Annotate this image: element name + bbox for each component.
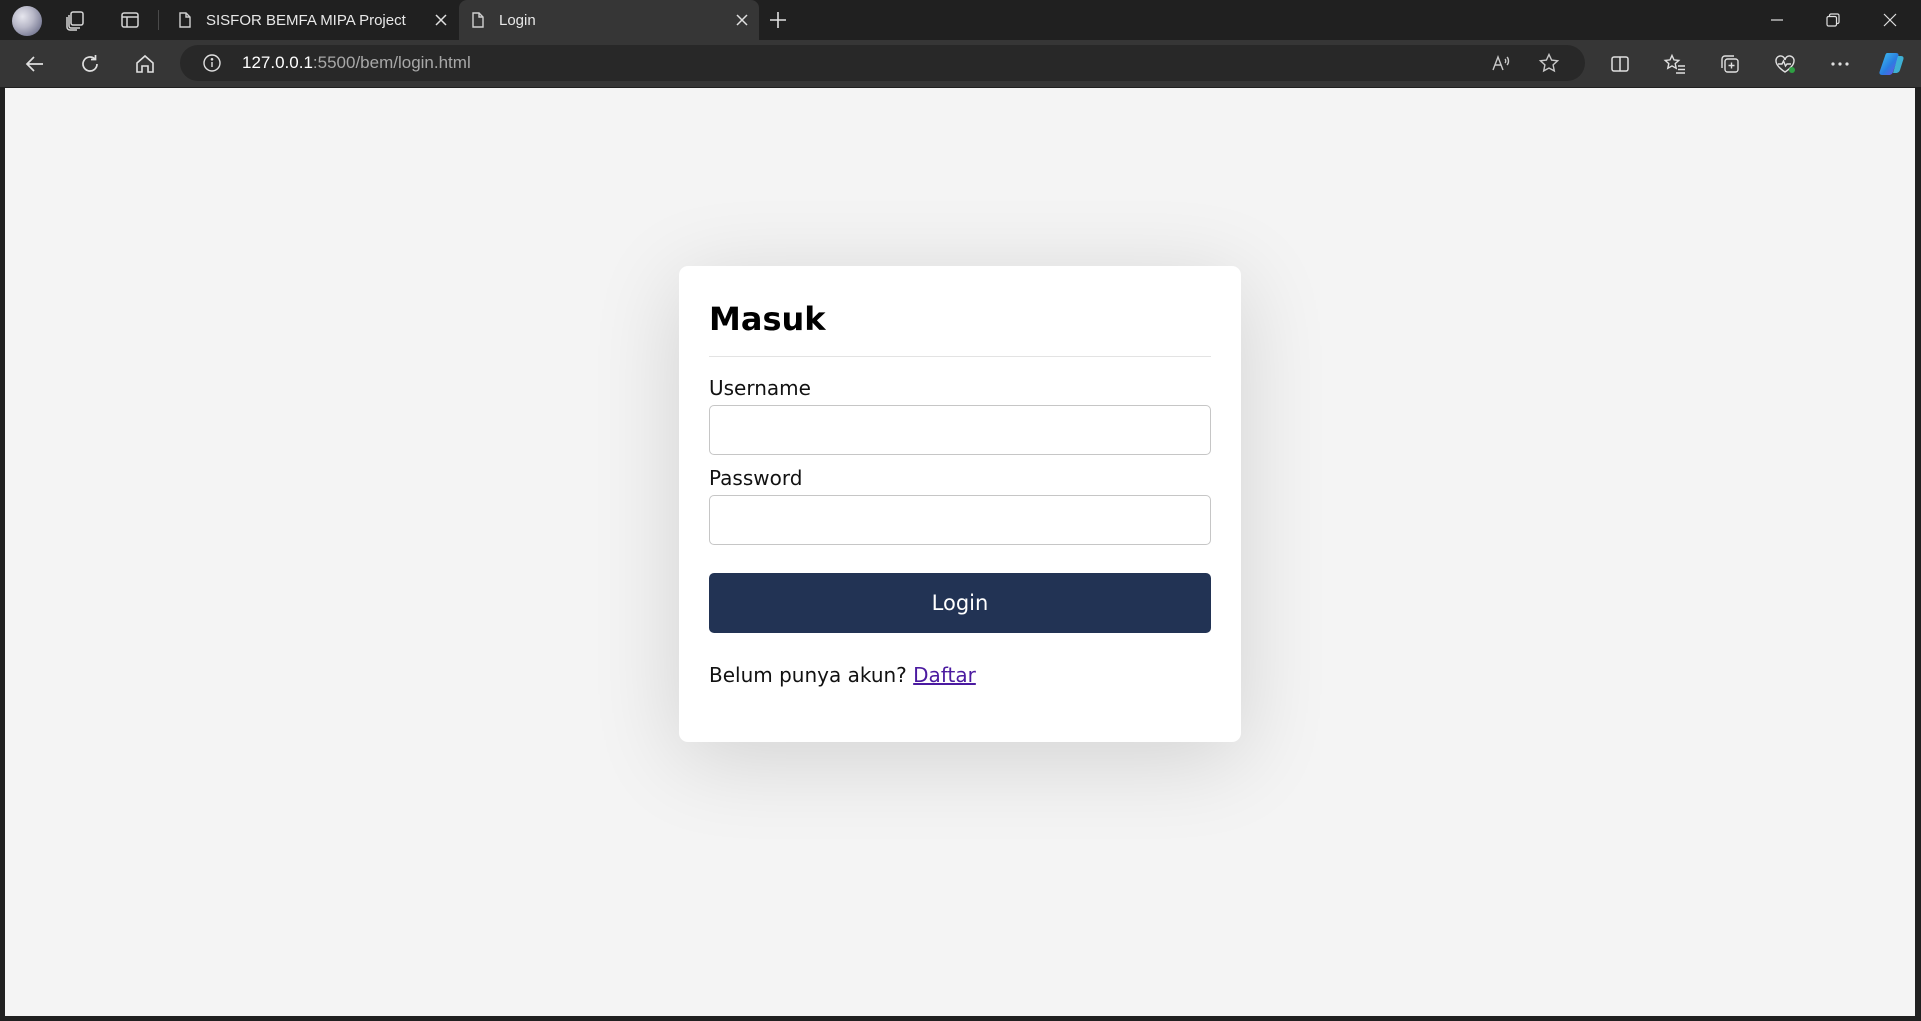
browser-toolbar: 127.0.0.1:5500/bem/login.html (0, 40, 1921, 87)
refresh-button[interactable] (75, 49, 105, 79)
browser-tab-bar: SISFOR BEMFA MIPA Project Login (0, 0, 1921, 40)
close-icon (1883, 13, 1897, 27)
more-dots-icon (1831, 62, 1849, 66)
refresh-icon (82, 55, 98, 72)
password-input[interactable] (709, 495, 1211, 545)
collections-button[interactable] (1715, 49, 1745, 79)
password-label: Password (709, 466, 803, 490)
document-icon (469, 11, 487, 29)
minimize-button[interactable] (1749, 0, 1805, 40)
tab-title: Login (499, 12, 536, 29)
info-icon[interactable] (202, 53, 222, 73)
url-text[interactable]: 127.0.0.1:5500/bem/login.html (242, 53, 471, 73)
profile-avatar-icon[interactable] (12, 6, 42, 36)
page-viewport: Masuk Username Password Login Belum puny… (5, 88, 1915, 1016)
restore-icon (1826, 13, 1840, 27)
copilot-icon (1879, 53, 1904, 75)
close-icon[interactable] (432, 11, 450, 29)
heartbeat-icon (1775, 55, 1795, 73)
plus-icon (770, 12, 786, 28)
tab-actions-icon[interactable] (116, 6, 144, 34)
collections-icon (1721, 55, 1739, 73)
star-icon[interactable] (1538, 52, 1560, 74)
title-divider (709, 356, 1211, 357)
signup-prompt-text: Belum punya akun? (709, 663, 907, 687)
split-screen-button[interactable] (1605, 49, 1635, 79)
login-button[interactable]: Login (709, 573, 1211, 633)
signup-prompt-row: Belum punya akun? Daftar (709, 663, 976, 687)
tab-separator (158, 10, 159, 30)
copilot-button[interactable] (1877, 49, 1907, 79)
home-button[interactable] (130, 49, 160, 79)
browser-essentials-button[interactable] (1770, 49, 1800, 79)
url-host: 127.0.0.1 (242, 53, 313, 72)
document-icon (176, 11, 194, 29)
close-icon[interactable] (733, 11, 751, 29)
read-aloud-icon[interactable] (1490, 52, 1512, 74)
close-window-button[interactable] (1862, 0, 1918, 40)
new-tab-button[interactable] (765, 7, 791, 33)
tab-login[interactable]: Login (459, 0, 759, 40)
username-label: Username (709, 376, 811, 400)
tab-sisfor[interactable]: SISFOR BEMFA MIPA Project (166, 0, 458, 40)
username-input[interactable] (709, 405, 1211, 455)
favorites-list-icon (1663, 53, 1685, 74)
url-path: :5500/bem/login.html (312, 53, 471, 72)
workspaces-icon[interactable] (62, 6, 90, 34)
home-icon (136, 54, 154, 73)
more-button[interactable] (1825, 49, 1855, 79)
favorites-button[interactable] (1660, 49, 1690, 79)
back-arrow-icon (25, 56, 43, 72)
tab-title: SISFOR BEMFA MIPA Project (206, 12, 406, 29)
split-screen-icon (1611, 56, 1629, 72)
signup-link[interactable]: Daftar (913, 663, 976, 687)
back-button[interactable] (20, 49, 50, 79)
address-bar[interactable]: 127.0.0.1:5500/bem/login.html (180, 45, 1585, 81)
login-title: Masuk (709, 300, 826, 338)
minimize-icon (1771, 19, 1783, 21)
login-card: Masuk Username Password Login Belum puny… (679, 266, 1241, 742)
restore-button[interactable] (1805, 0, 1861, 40)
